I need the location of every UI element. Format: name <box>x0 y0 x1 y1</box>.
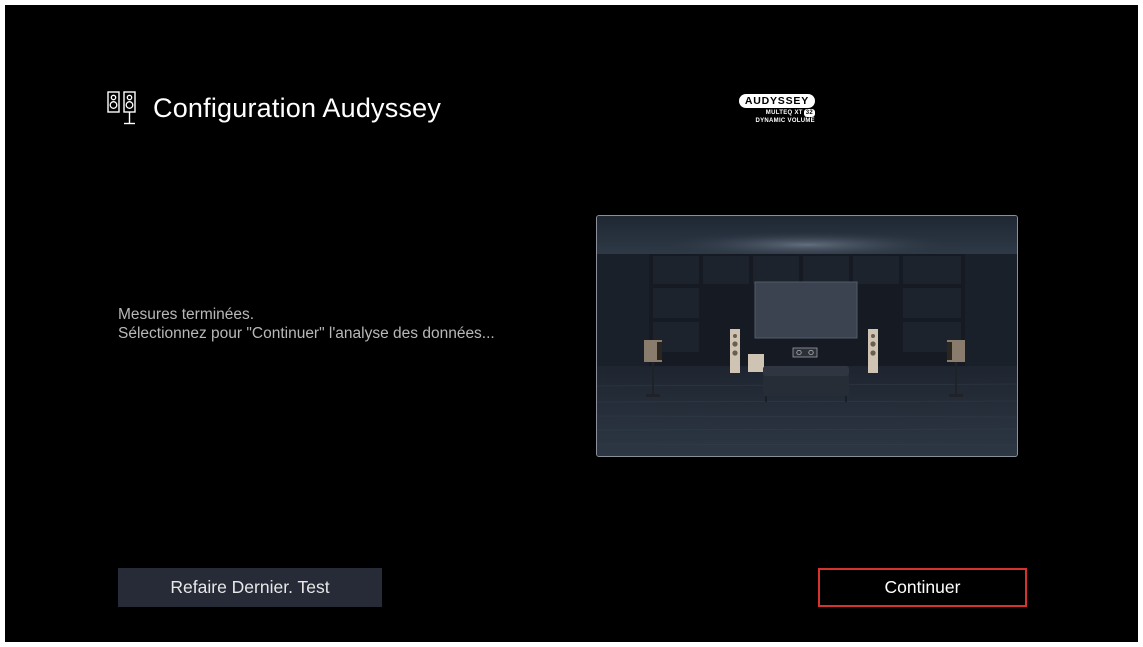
retest-button[interactable]: Refaire Dernier. Test <box>118 568 382 607</box>
continue-button[interactable]: Continuer <box>818 568 1027 607</box>
home-theater-image <box>597 216 1017 456</box>
logo-multeq-text: MULTEQ XT <box>765 110 803 116</box>
audyssey-logo: AUDYSSEY MULTEQ XT 32 DYNAMIC VOLUME <box>731 91 815 125</box>
retest-button-label: Refaire Dernier. Test <box>170 577 330 597</box>
message-line-1: Mesures terminées. <box>118 306 255 323</box>
status-message: Mesures terminées. Sélectionnez pour "Co… <box>118 305 495 343</box>
page-title: Configuration Audyssey <box>153 92 442 123</box>
speakers-icon <box>107 91 136 125</box>
page-header: Configuration Audyssey <box>107 91 441 125</box>
continue-button-label: Continuer <box>884 577 961 597</box>
logo-badge: 32 <box>803 109 815 117</box>
room-illustration <box>596 215 1018 457</box>
logo-dynamic-volume: DYNAMIC VOLUME <box>755 118 815 124</box>
logo-brand: AUDYSSEY <box>738 94 815 108</box>
setup-screen: Configuration Audyssey AUDYSSEY MULTEQ X… <box>5 5 1138 642</box>
message-line-2: Sélectionnez pour "Continuer" l'analyse … <box>118 325 495 342</box>
logo-multeq: MULTEQ XT 32 <box>731 109 815 117</box>
